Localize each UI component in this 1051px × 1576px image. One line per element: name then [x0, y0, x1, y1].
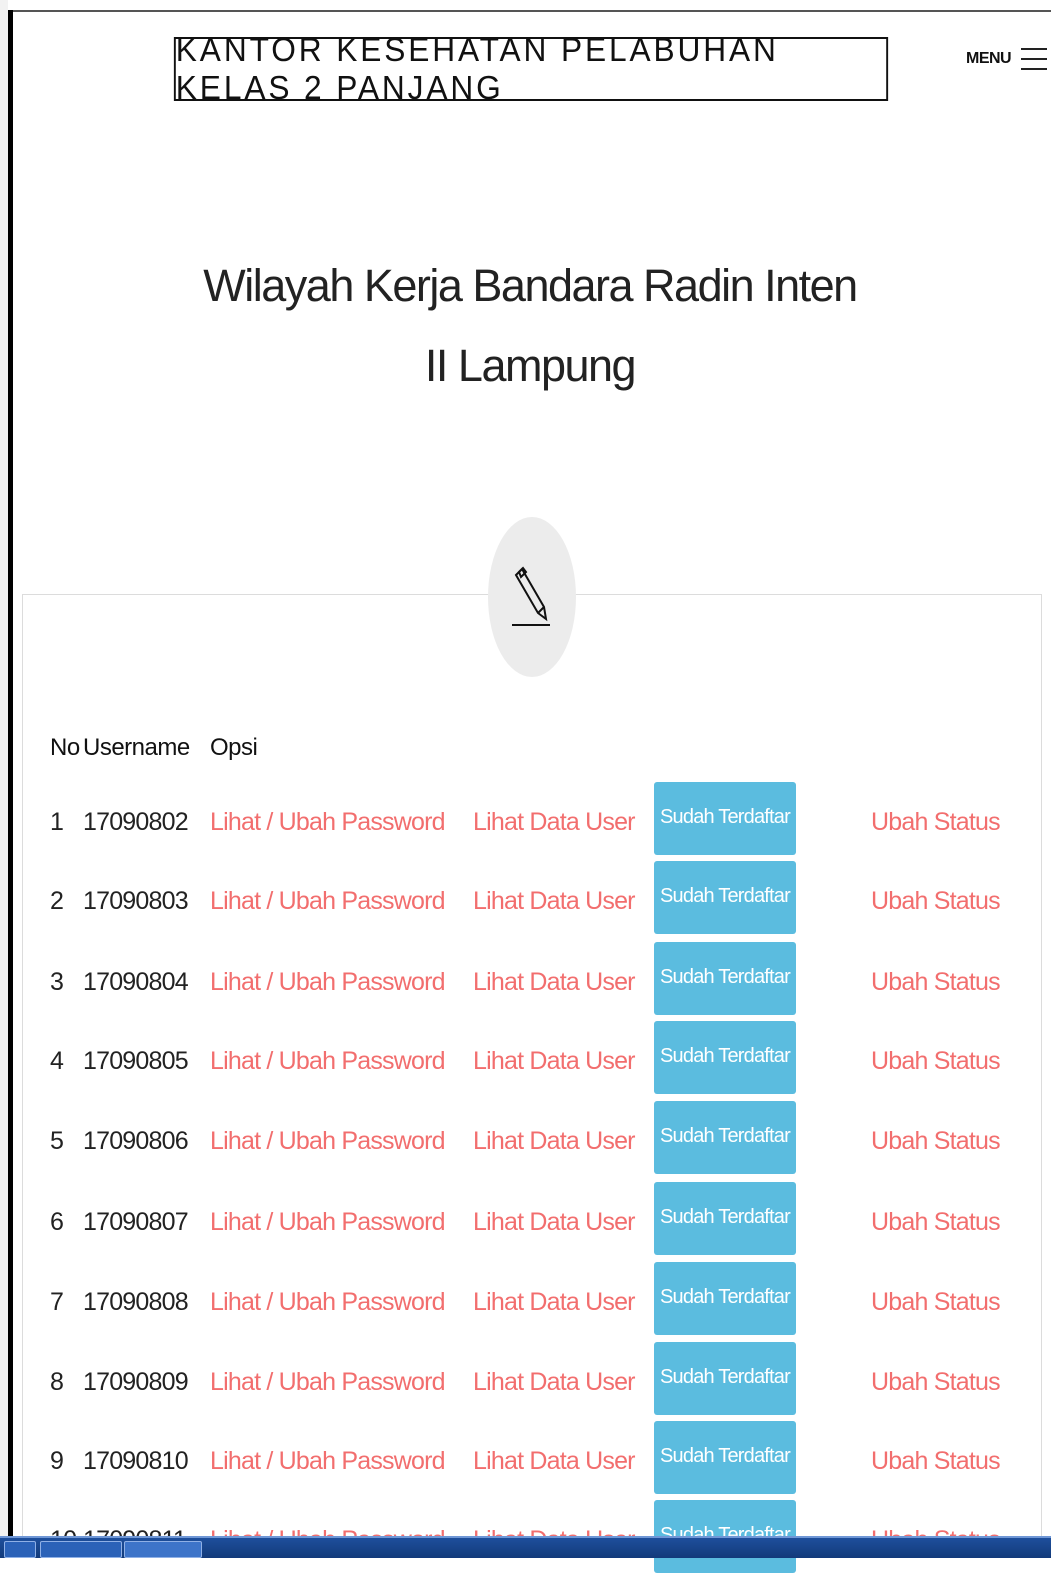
column-header-username: Username [83, 734, 190, 761]
table-row: 6 17090807 Lihat / Ubah Password Lihat Data… [0, 1182, 1051, 1258]
menu-toggle[interactable]: MENU [966, 48, 1048, 70]
site-title: KANTOR KESEHATAN PELABUHAN KELAS 2 PANJA… [173, 31, 889, 106]
row-number: 1 [50, 808, 64, 836]
table-row: 9 17090810 Lihat / Ubah Password Lihat Data… [0, 1421, 1051, 1497]
view-user-data-link[interactable]: Lihat Data User [473, 1447, 636, 1476]
view-user-data-link[interactable]: Lihat Data User [473, 887, 636, 916]
row-username: 17090804 [83, 968, 189, 996]
heading-line-2: II Lampung [424, 340, 637, 391]
table-row: 5 17090806 Lihat / Ubah Password Lihat Data… [0, 1101, 1051, 1177]
row-number: 8 [50, 1368, 64, 1396]
taskbar-start-button[interactable] [4, 1541, 36, 1558]
registered-status-button[interactable]: Sudah Terdaftar [654, 1021, 796, 1094]
view-user-data-link[interactable]: Lihat Data User [473, 808, 636, 837]
row-number: 9 [50, 1447, 64, 1475]
registered-status-button[interactable]: Sudah Terdaftar [654, 861, 796, 934]
table-row: 4 17090805 Lihat / Ubah Password Lihat Data… [0, 1021, 1051, 1097]
registered-status-button[interactable]: Sudah Terdaftar [654, 782, 796, 855]
view-change-password-link[interactable]: Lihat / Ubah Password [210, 1127, 446, 1156]
taskbar-item[interactable] [40, 1541, 122, 1558]
row-username: 17090805 [83, 1047, 189, 1075]
view-change-password-link[interactable]: Lihat / Ubah Password [210, 1288, 446, 1317]
pencil-icon [488, 517, 576, 677]
row-username: 17090808 [83, 1288, 189, 1316]
table-row: 2 17090803 Lihat / Ubah Password Lihat Data… [0, 861, 1051, 937]
view-user-data-link[interactable]: Lihat Data User [473, 1368, 636, 1397]
registered-status-button[interactable]: Sudah Terdaftar [654, 1421, 796, 1494]
taskbar-item[interactable] [124, 1541, 202, 1558]
heading-line-1: Wilayah Kerja Bandara Radin Inten [203, 260, 858, 311]
view-user-data-link[interactable]: Lihat Data User [473, 1288, 636, 1317]
row-username: 17090806 [83, 1127, 189, 1155]
view-user-data-link[interactable]: Lihat Data User [473, 1208, 636, 1237]
column-header-opsi: Opsi [210, 734, 258, 761]
row-number: 4 [50, 1047, 64, 1075]
view-change-password-link[interactable]: Lihat / Ubah Password [210, 1368, 446, 1397]
hamburger-icon [1021, 48, 1048, 70]
view-change-password-link[interactable]: Lihat / Ubah Password [210, 808, 446, 837]
registered-status-button[interactable]: Sudah Terdaftar [654, 942, 796, 1015]
row-username: 17090807 [83, 1208, 189, 1236]
registered-status-button[interactable]: Sudah Terdaftar [654, 1182, 796, 1255]
table-row: 3 17090804 Lihat / Ubah Password Lihat Data… [0, 942, 1051, 1018]
registered-status-button[interactable]: Sudah Terdaftar [654, 1101, 796, 1174]
menu-label: MENU [966, 50, 1012, 67]
registered-status-button[interactable]: Sudah Terdaftar [654, 1342, 796, 1415]
row-username: 17090810 [83, 1447, 189, 1475]
row-number: 5 [50, 1127, 64, 1155]
window-top-edge [8, 10, 1051, 12]
row-username: 17090809 [83, 1368, 189, 1396]
table-row: 8 17090809 Lihat / Ubah Password Lihat Data… [0, 1342, 1051, 1418]
view-user-data-link[interactable]: Lihat Data User [473, 968, 636, 997]
change-status-link[interactable]: Ubah Status [871, 1288, 1001, 1317]
change-status-link[interactable]: Ubah Status [871, 808, 1001, 837]
change-status-link[interactable]: Ubah Status [871, 1368, 1001, 1397]
row-number: 3 [50, 968, 64, 996]
column-header-no: No [50, 734, 80, 761]
change-status-link[interactable]: Ubah Status [871, 1208, 1001, 1237]
table-row: 1 17090802 Lihat / Ubah Password Lihat Data… [0, 782, 1051, 858]
row-username: 17090803 [83, 887, 189, 915]
table-row: 7 17090808 Lihat / Ubah Password Lihat Data… [0, 1262, 1051, 1338]
view-change-password-link[interactable]: Lihat / Ubah Password [210, 1208, 446, 1237]
change-status-link[interactable]: Ubah Status [871, 968, 1001, 997]
view-user-data-link[interactable]: Lihat Data User [473, 1127, 636, 1156]
os-taskbar [0, 1536, 1051, 1558]
view-change-password-link[interactable]: Lihat / Ubah Password [210, 1447, 446, 1476]
row-number: 6 [50, 1208, 64, 1236]
view-user-data-link[interactable]: Lihat Data User [473, 1047, 636, 1076]
change-status-link[interactable]: Ubah Status [871, 887, 1001, 916]
change-status-link[interactable]: Ubah Status [871, 1447, 1001, 1476]
page-heading: Wilayah Kerja Bandara Radin Inten II Lam… [200, 246, 860, 406]
change-status-link[interactable]: Ubah Status [871, 1127, 1001, 1156]
registered-status-button[interactable]: Sudah Terdaftar [654, 1262, 796, 1335]
view-change-password-link[interactable]: Lihat / Ubah Password [210, 968, 446, 997]
row-number: 2 [50, 887, 64, 915]
change-status-link[interactable]: Ubah Status [871, 1047, 1001, 1076]
row-number: 7 [50, 1288, 64, 1316]
view-change-password-link[interactable]: Lihat / Ubah Password [210, 887, 446, 916]
row-username: 17090802 [83, 808, 189, 836]
view-change-password-link[interactable]: Lihat / Ubah Password [210, 1047, 446, 1076]
